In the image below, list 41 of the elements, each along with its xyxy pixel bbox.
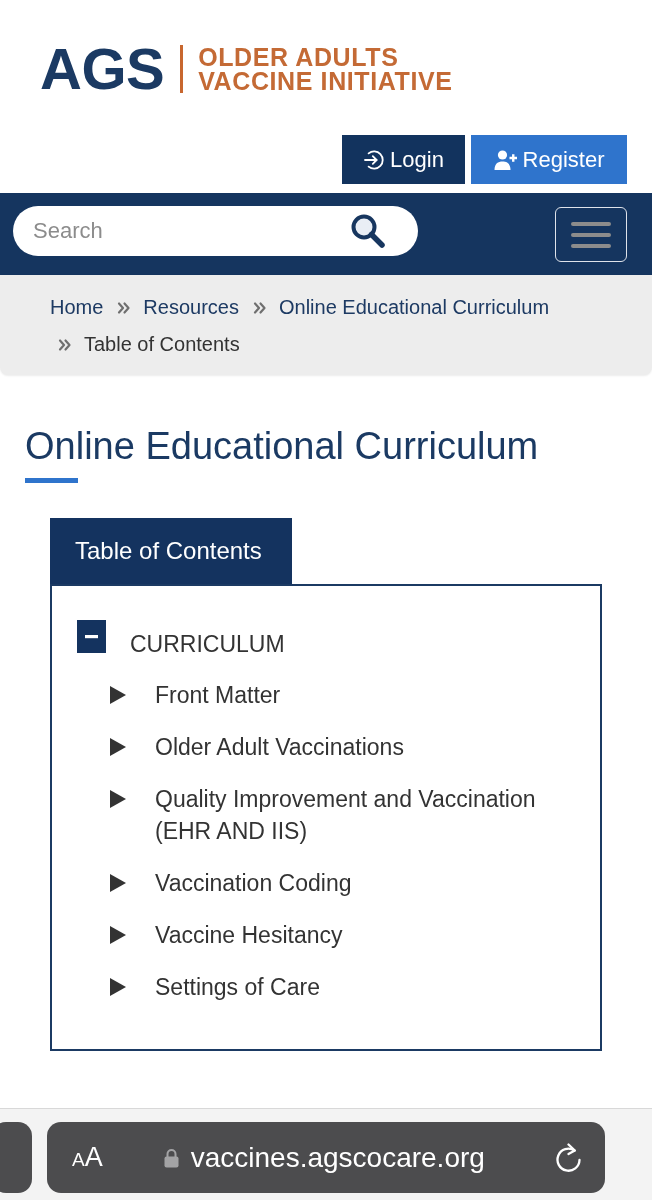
double-chevron-icon [58,337,72,352]
breadcrumb-link[interactable]: Resources [143,296,239,319]
page-title: Online Educational Curriculum [25,424,540,469]
breadcrumb-link[interactable]: Home [50,296,104,319]
sign-in-icon [363,148,386,171]
login-button[interactable]: Login [342,135,465,184]
double-chevron-icon [252,300,267,315]
breadcrumb-current: Table of Contents [84,333,240,356]
toc-tab[interactable]: Table of Contents [50,518,292,584]
section-label[interactable]: CURRICULUM [130,620,285,660]
toc-link[interactable]: Front Matter [155,679,281,711]
url-text[interactable]: vaccines.agscocare.org [190,1141,485,1174]
minus-box-icon[interactable] [77,620,106,653]
logo-mark: AGS [40,45,165,93]
triangle-right-icon[interactable] [110,874,126,892]
toc-link[interactable]: Vaccine Hesitancy [155,919,343,951]
address-bar[interactable]: AA vaccines.agscocare.org [47,1122,605,1193]
title-underline [25,478,78,483]
menu-icon [571,221,611,248]
tab-card-edge[interactable] [0,1122,32,1193]
triangle-right-icon[interactable] [110,790,126,808]
double-chevron-icon [117,300,132,315]
person-plus-icon [493,148,518,171]
menu-button[interactable] [555,207,627,262]
triangle-right-icon[interactable] [110,738,126,756]
lock-icon [163,1147,179,1168]
toc-link[interactable]: Settings of Care [155,971,320,1003]
triangle-right-icon[interactable] [110,978,126,996]
toc-link[interactable]: Vaccination Coding [155,867,352,899]
toc-link[interactable]: Quality Improvement and Vaccination (EHR AND IIS) [155,783,560,847]
triangle-right-icon[interactable] [110,686,126,704]
reload-icon[interactable] [555,1142,582,1173]
text-size-button[interactable]: AA [72,1144,103,1171]
search-button[interactable] [333,206,418,256]
logo-tagline: OLDER ADULTS VACCINE INITIATIVE [198,45,453,93]
toc-link[interactable]: Older Adult Vaccinations [155,731,404,763]
triangle-right-icon[interactable] [110,926,126,944]
search-field[interactable]: Search [13,206,333,256]
breadcrumb-link[interactable]: Online Educational Curriculum [278,296,550,319]
register-button[interactable]: Register [471,135,627,184]
search-icon [350,213,386,249]
